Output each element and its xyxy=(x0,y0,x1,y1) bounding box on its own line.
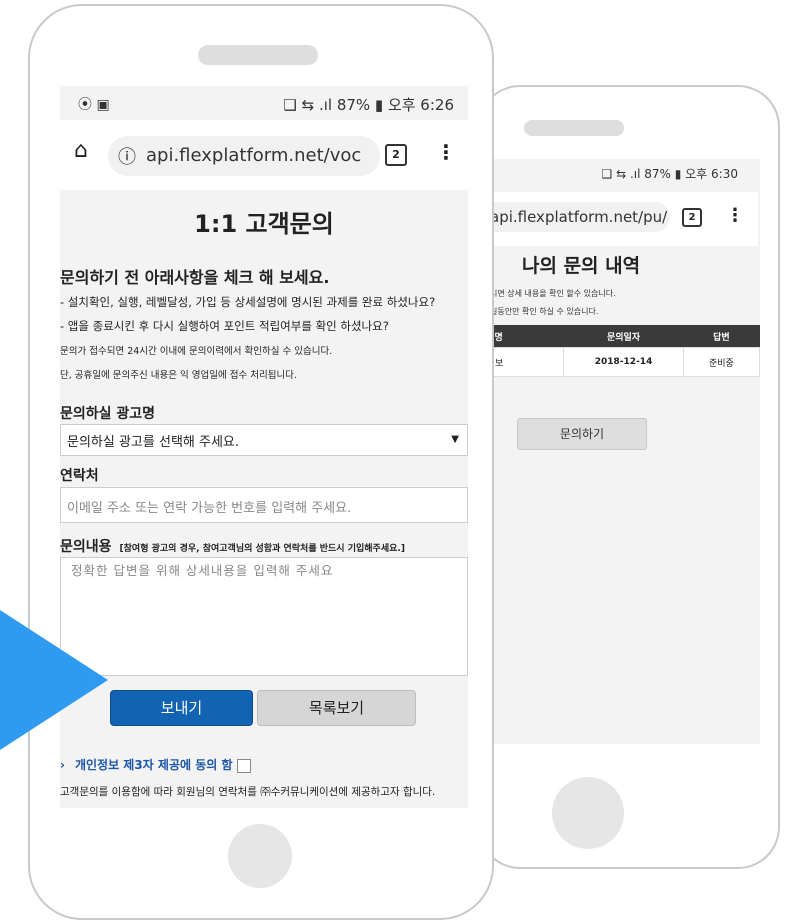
content-textarea[interactable]: 정확한 답변을 위해 상세내용을 입력해 주세요 xyxy=(60,557,468,676)
list-button[interactable]: 목록보기 xyxy=(257,690,416,726)
inquiry-button[interactable]: 문의하기 xyxy=(517,418,647,450)
dropdown-arrow-icon: ▼ xyxy=(451,434,459,445)
consent-row: › 개인정보 제3자 제공에 동의 함 xyxy=(60,756,251,773)
table-cell: 2018-12-14 xyxy=(563,347,684,377)
status-right: ❑ ⇆ .ıl 87% ▮ 오후 6:26 xyxy=(283,96,454,114)
ad-select[interactable]: 문의하실 광고를 선택해 주세요. ▼ xyxy=(60,424,468,456)
tab-switcher-icon[interactable]: 2 xyxy=(682,208,702,227)
table-header-row: 명 문의일자 답변 xyxy=(490,325,760,348)
content-label-text: 문의내용 xyxy=(60,539,112,555)
table-cell: 준비중 xyxy=(682,347,760,377)
page-title: 1:1 고객문의 xyxy=(194,210,334,238)
more-menu-icon[interactable]: ⋮ xyxy=(436,140,456,164)
url-text[interactable]: api.flexplatform.net/voc xyxy=(146,145,372,166)
home-button[interactable] xyxy=(552,777,624,849)
notice-line: 단, 공휴일에 문의주신 내용은 익 영업일에 접수 처리됩니다. xyxy=(60,370,297,381)
column-header: 명 xyxy=(490,325,564,348)
contact-input[interactable]: 이메일 주소 또는 연락 가능한 번호를 입력해 주세요. xyxy=(60,487,468,523)
checkbox-icon[interactable] xyxy=(236,758,251,773)
pointer-arrow xyxy=(0,610,108,750)
table-row[interactable]: 보 2018-12-14 준비중 xyxy=(490,347,760,377)
ad-select-value: 문의하실 광고를 선택해 주세요. xyxy=(67,435,240,450)
front-phone: ⦿ ▣ ❑ ⇆ .ıl 87% ▮ 오후 6:26 ⌂ ⓘ api.flexpl… xyxy=(28,4,494,920)
address-bar: ⌂ ⓘ api.flexplatform.net/voc 2 ⋮ xyxy=(60,120,468,190)
status-bar: ❑ ⇆ .ıl 87% ▮ 오후 6:30 xyxy=(601,167,739,181)
home-button[interactable] xyxy=(228,824,292,888)
front-phone-screen: ⦿ ▣ ❑ ⇆ .ıl 87% ▮ 오후 6:26 ⌂ ⓘ api.flexpl… xyxy=(60,86,468,808)
table-cell: 보 xyxy=(490,347,565,377)
consent-label: 개인정보 제3자 제공에 동의 함 xyxy=(74,758,233,772)
checklist-item: - 설치확인, 실행, 레벨달성, 가입 등 상세설명에 명시된 과제를 완료 … xyxy=(60,295,436,309)
bullet-icon: › xyxy=(60,758,65,772)
back-phone: ❑ ⇆ .ıl 87% ▮ 오후 6:30 api.flexplatform.n… xyxy=(478,85,780,869)
speaker-grill xyxy=(198,45,318,65)
page-title: 나의 문의 내역 xyxy=(522,255,641,277)
home-icon[interactable]: ⌂ xyxy=(74,138,88,163)
content-placeholder: 정확한 답변을 위해 상세내용을 입력해 주세요 xyxy=(71,563,334,578)
contact-label: 연락처 xyxy=(60,468,99,484)
tab-switcher-icon[interactable]: 2 xyxy=(385,144,407,166)
contact-placeholder: 이메일 주소 또는 연락 가능한 번호를 입력해 주세요. xyxy=(67,501,352,516)
status-bar: ⦿ ▣ ❑ ⇆ .ıl 87% ▮ 오후 6:26 xyxy=(60,86,468,120)
back-phone-screen: ❑ ⇆ .ıl 87% ▮ 오후 6:30 api.flexplatform.n… xyxy=(490,159,760,744)
checklist-item: - 앱을 종료시킨 후 다시 실행하여 포인트 적립여부를 확인 하셨나요? xyxy=(60,319,389,333)
ad-select-label: 문의하실 광고명 xyxy=(60,406,156,422)
speaker-grill xyxy=(524,120,624,136)
content-label: 문의내용 [참여형 광고의 경우, 참여고객님의 성함과 연락처를 반드시 기입해… xyxy=(60,536,405,556)
notice-line: 일동안만 확인 하실 수 있습니다. xyxy=(490,307,599,316)
inquiry-table: 명 문의일자 답변 보 2018-12-14 준비중 xyxy=(490,325,760,377)
notice-line: 문의가 접수되면 24시간 이내에 문의이력에서 확인하실 수 있습니다. xyxy=(60,346,333,357)
address-bar: api.flexplatform.net/pu/ 2 ⋮ xyxy=(490,192,758,246)
checklist-heading: 문의하기 전 아래사항을 체크 해 보세요. xyxy=(60,268,330,287)
url-text[interactable]: api.flexplatform.net/pu/ xyxy=(490,208,667,226)
more-menu-icon[interactable]: ⋮ xyxy=(726,205,744,226)
notice-line: 시면 상세 내용을 확인 할수 있습니다. xyxy=(490,289,616,298)
info-icon[interactable]: ⓘ xyxy=(118,143,136,169)
column-header: 문의일자 xyxy=(563,325,684,348)
consent-description: 고객문의를 이용함에 따라 회원님의 연락처를 ㈜수커뮤니케이션에 제공하고자 … xyxy=(60,786,436,798)
content-sublabel: [참여형 광고의 경우, 참여고객님의 성함과 연락처를 반드시 기입해주세요.… xyxy=(119,544,405,554)
column-header: 답변 xyxy=(683,325,760,348)
notification-icons: ⦿ ▣ xyxy=(78,97,110,113)
send-button[interactable]: 보내기 xyxy=(110,690,253,726)
